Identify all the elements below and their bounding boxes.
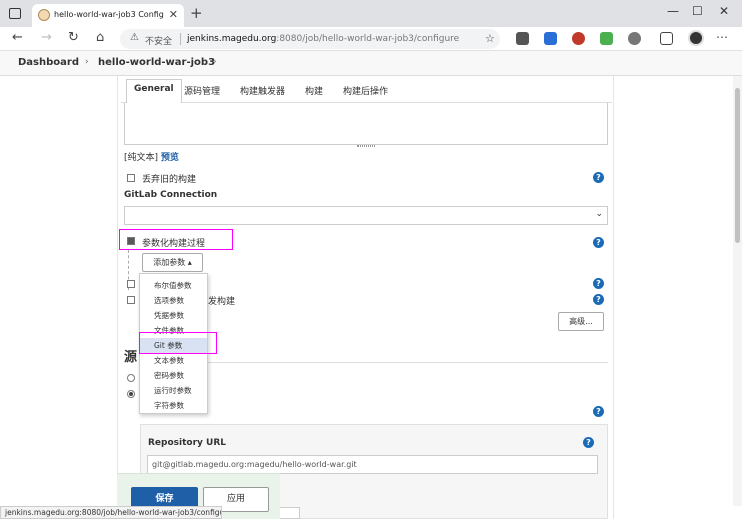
profile-avatar[interactable] <box>688 30 704 46</box>
preview-link[interactable]: 预览 <box>161 153 179 163</box>
plain-text-label: [纯文本] <box>124 153 159 163</box>
textarea-resize-handle[interactable] <box>357 145 375 147</box>
scm-section-title: 源 <box>124 350 138 365</box>
collections-icon[interactable] <box>660 32 673 45</box>
back-icon[interactable]: ← <box>12 30 23 45</box>
jenkins-favicon-icon <box>38 9 50 21</box>
scrollbar-thumb[interactable] <box>735 88 740 243</box>
caret-up-icon: ▴ <box>187 258 192 267</box>
tab-build-triggers[interactable]: 构建触发器 <box>240 84 285 97</box>
menu-item-boolean[interactable]: 布尔值参数 <box>140 278 207 293</box>
parameterized-build-checkbox[interactable] <box>127 237 135 245</box>
parameterized-build-label: 参数化构建过程 <box>142 239 206 249</box>
extension-icon-2[interactable] <box>600 32 613 45</box>
description-format: [纯文本] 预览 <box>124 150 179 163</box>
option-checkbox[interactable] <box>127 296 135 304</box>
reload-icon[interactable]: ↻ <box>68 30 79 45</box>
menu-item-credentials[interactable]: 凭据参数 <box>140 308 207 323</box>
discard-old-builds-checkbox[interactable] <box>127 174 135 182</box>
browser-tab[interactable]: hello-world-war-job3 Config [Jenkins] ✕ <box>32 4 184 27</box>
url-text: jenkins.magedu.org:8080/job/hello-world-… <box>187 34 459 44</box>
extension-badge-icon[interactable] <box>572 32 585 45</box>
menu-item-text[interactable]: 文本参数 <box>140 353 207 368</box>
help-icon[interactable]: ? <box>593 237 604 248</box>
new-tab-icon[interactable]: + <box>190 4 203 22</box>
breadcrumb-separator-icon[interactable]: › <box>85 57 89 67</box>
maximize-icon[interactable]: ☐ <box>692 4 703 18</box>
url-field[interactable]: ⚠ 不安全 jenkins.magedu.org:8080/job/hello-… <box>120 29 500 49</box>
tab-title: hello-world-war-job3 Config [Jenkins] <box>54 10 164 19</box>
help-icon[interactable]: ? <box>593 294 604 305</box>
menu-item-password[interactable]: 密码参数 <box>140 368 207 383</box>
address-bar-row: ← → ↻ ⌂ ⚠ 不安全 jenkins.magedu.org:8080/jo… <box>0 27 742 51</box>
security-label: 不安全 <box>145 37 173 47</box>
breadcrumb-job[interactable]: hello-world-war-job3 <box>98 57 215 68</box>
url-host: jenkins.magedu.org <box>187 34 277 44</box>
option-label-fragment: 发构建 <box>208 297 236 307</box>
tab-source-code[interactable]: 源码管理 <box>184 84 220 97</box>
more-menu-icon[interactable]: ⋯ <box>716 30 728 44</box>
favorite-icon[interactable]: ☆ <box>485 32 495 45</box>
scm-none-radio[interactable] <box>127 374 135 382</box>
help-icon[interactable]: ? <box>583 437 594 448</box>
add-parameter-button[interactable]: 添加参数 ▴ <box>142 253 203 272</box>
description-textarea[interactable] <box>124 103 608 145</box>
config-tabs: General 源码管理 构建触发器 构建 构建后操作 <box>121 78 612 103</box>
tab-post-build[interactable]: 构建后操作 <box>343 84 388 97</box>
scm-git-radio[interactable] <box>127 390 135 398</box>
menu-item-choice[interactable]: 选项参数 <box>140 293 207 308</box>
translate-icon[interactable] <box>544 32 557 45</box>
tab-general[interactable]: General <box>126 79 182 103</box>
close-window-icon[interactable]: ✕ <box>719 4 729 18</box>
breadcrumb: Dashboard › hello-world-war-job3 › <box>0 51 742 76</box>
menu-item-run[interactable]: 运行时参数 <box>140 383 207 398</box>
repository-url-input[interactable]: git@gitlab.magedu.org:magedu/hello-world… <box>147 455 598 474</box>
tab-build[interactable]: 构建 <box>305 84 323 97</box>
advanced-button[interactable]: 高级... <box>558 312 604 331</box>
extensions-puzzle-icon[interactable] <box>628 32 641 45</box>
extension-icon[interactable] <box>516 32 529 45</box>
chevron-down-icon: ⌄ <box>595 209 603 219</box>
section-divider <box>208 362 608 363</box>
page-scrollbar[interactable] <box>733 76 742 506</box>
url-path: :8080/job/hello-world-war-job3/configure <box>276 34 460 44</box>
repository-url-label: Repository URL <box>148 438 226 448</box>
help-icon[interactable]: ? <box>593 172 604 183</box>
window-menu-icon[interactable] <box>9 8 21 19</box>
minimize-icon[interactable]: — <box>667 4 679 18</box>
tab-close-icon[interactable]: ✕ <box>169 8 178 21</box>
gitlab-connection-label: GitLab Connection <box>124 190 218 200</box>
add-parameter-label: 添加参数 <box>153 258 186 267</box>
git-param-highlight-box <box>139 332 217 354</box>
gitlab-connection-select[interactable]: ⌄ <box>124 206 608 225</box>
status-bar-url: jenkins.magedu.org:8080/job/hello-world-… <box>0 506 222 519</box>
browser-tab-bar: hello-world-war-job3 Config [Jenkins] ✕ … <box>0 0 742 27</box>
forward-icon[interactable]: → <box>41 30 52 45</box>
help-icon[interactable]: ? <box>593 406 604 417</box>
breadcrumb-dashboard[interactable]: Dashboard <box>18 57 79 68</box>
breadcrumb-separator-icon[interactable]: › <box>213 57 217 67</box>
menu-item-string[interactable]: 字符参数 <box>140 398 207 413</box>
discard-old-builds-label: 丢弃旧的构建 <box>142 175 197 185</box>
help-icon[interactable]: ? <box>593 278 604 289</box>
home-icon[interactable]: ⌂ <box>96 30 104 45</box>
option-checkbox[interactable] <box>127 280 135 288</box>
warning-icon: ⚠ <box>130 32 139 43</box>
